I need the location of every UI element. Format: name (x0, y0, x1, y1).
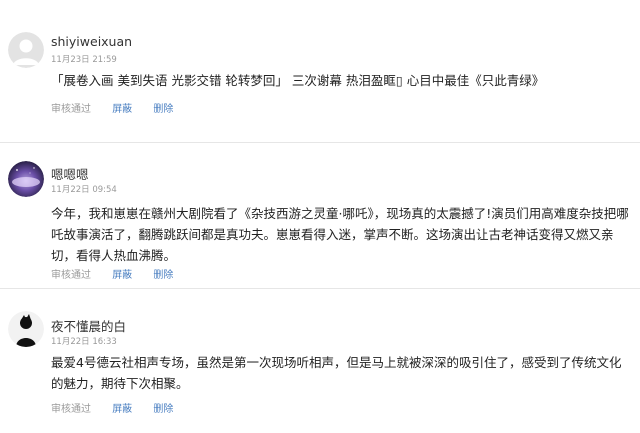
silhouette-icon (8, 311, 44, 347)
comment-timestamp: 11月23日 21:59 (51, 55, 117, 65)
comment-item: 嗯嗯嗯 11月22日 09:54 今年，我和崽崽在赣州大剧院看了《杂技西游之灵童… (0, 143, 640, 283)
silhouette-avatar[interactable] (8, 311, 44, 347)
approval-status: 审核通过 (51, 270, 91, 281)
approval-status: 审核通过 (51, 404, 91, 415)
comment-timestamp: 11月22日 09:54 (51, 185, 117, 195)
block-button[interactable]: 屏蔽 (112, 100, 132, 115)
comment-content: 「展卷入画 美到失语 光影交错 轮转梦回」 三次谢幕 热泪盈眶▯ 心目中最佳《只… (51, 73, 545, 88)
comment-username[interactable]: 夜不懂晨的白 (51, 316, 126, 335)
comment-content: 今年，我和崽崽在赣州大剧院看了《杂技西游之灵童·哪吒》，现场真的太震撼了!演员们… (51, 206, 629, 263)
block-button[interactable]: 屏蔽 (112, 400, 132, 415)
default-user-avatar[interactable] (8, 32, 44, 68)
comment-item: 夜不懂晨的白 11月22日 16:33 最爱4号德云社相声专场，虽然是第一次现场… (0, 289, 640, 433)
block-button[interactable]: 屏蔽 (112, 266, 132, 281)
comment-actions: 审核通过 屏蔽 删除 (51, 266, 191, 281)
comment-username[interactable]: shiyiweixuan (51, 34, 132, 49)
comment-actions: 审核通过 屏蔽 删除 (51, 100, 191, 115)
comment-timestamp: 11月22日 16:33 (51, 337, 117, 347)
comment-item: shiyiweixuan 11月23日 21:59 「展卷入画 美到失语 光影交… (0, 0, 640, 130)
approval-status: 审核通过 (51, 104, 91, 115)
night-sky-icon (8, 161, 44, 197)
delete-button[interactable]: 删除 (153, 400, 173, 415)
comment-content: 最爱4号德云社相声专场，虽然是第一次现场听相声，但是马上就被深深的吸引住了，感受… (51, 355, 622, 391)
delete-button[interactable]: 删除 (153, 100, 173, 115)
comment-username[interactable]: 嗯嗯嗯 (51, 164, 89, 183)
night-sky-avatar[interactable] (8, 161, 44, 197)
comment-actions: 审核通过 屏蔽 删除 (51, 400, 191, 415)
user-icon (8, 32, 44, 68)
delete-button[interactable]: 删除 (153, 266, 173, 281)
